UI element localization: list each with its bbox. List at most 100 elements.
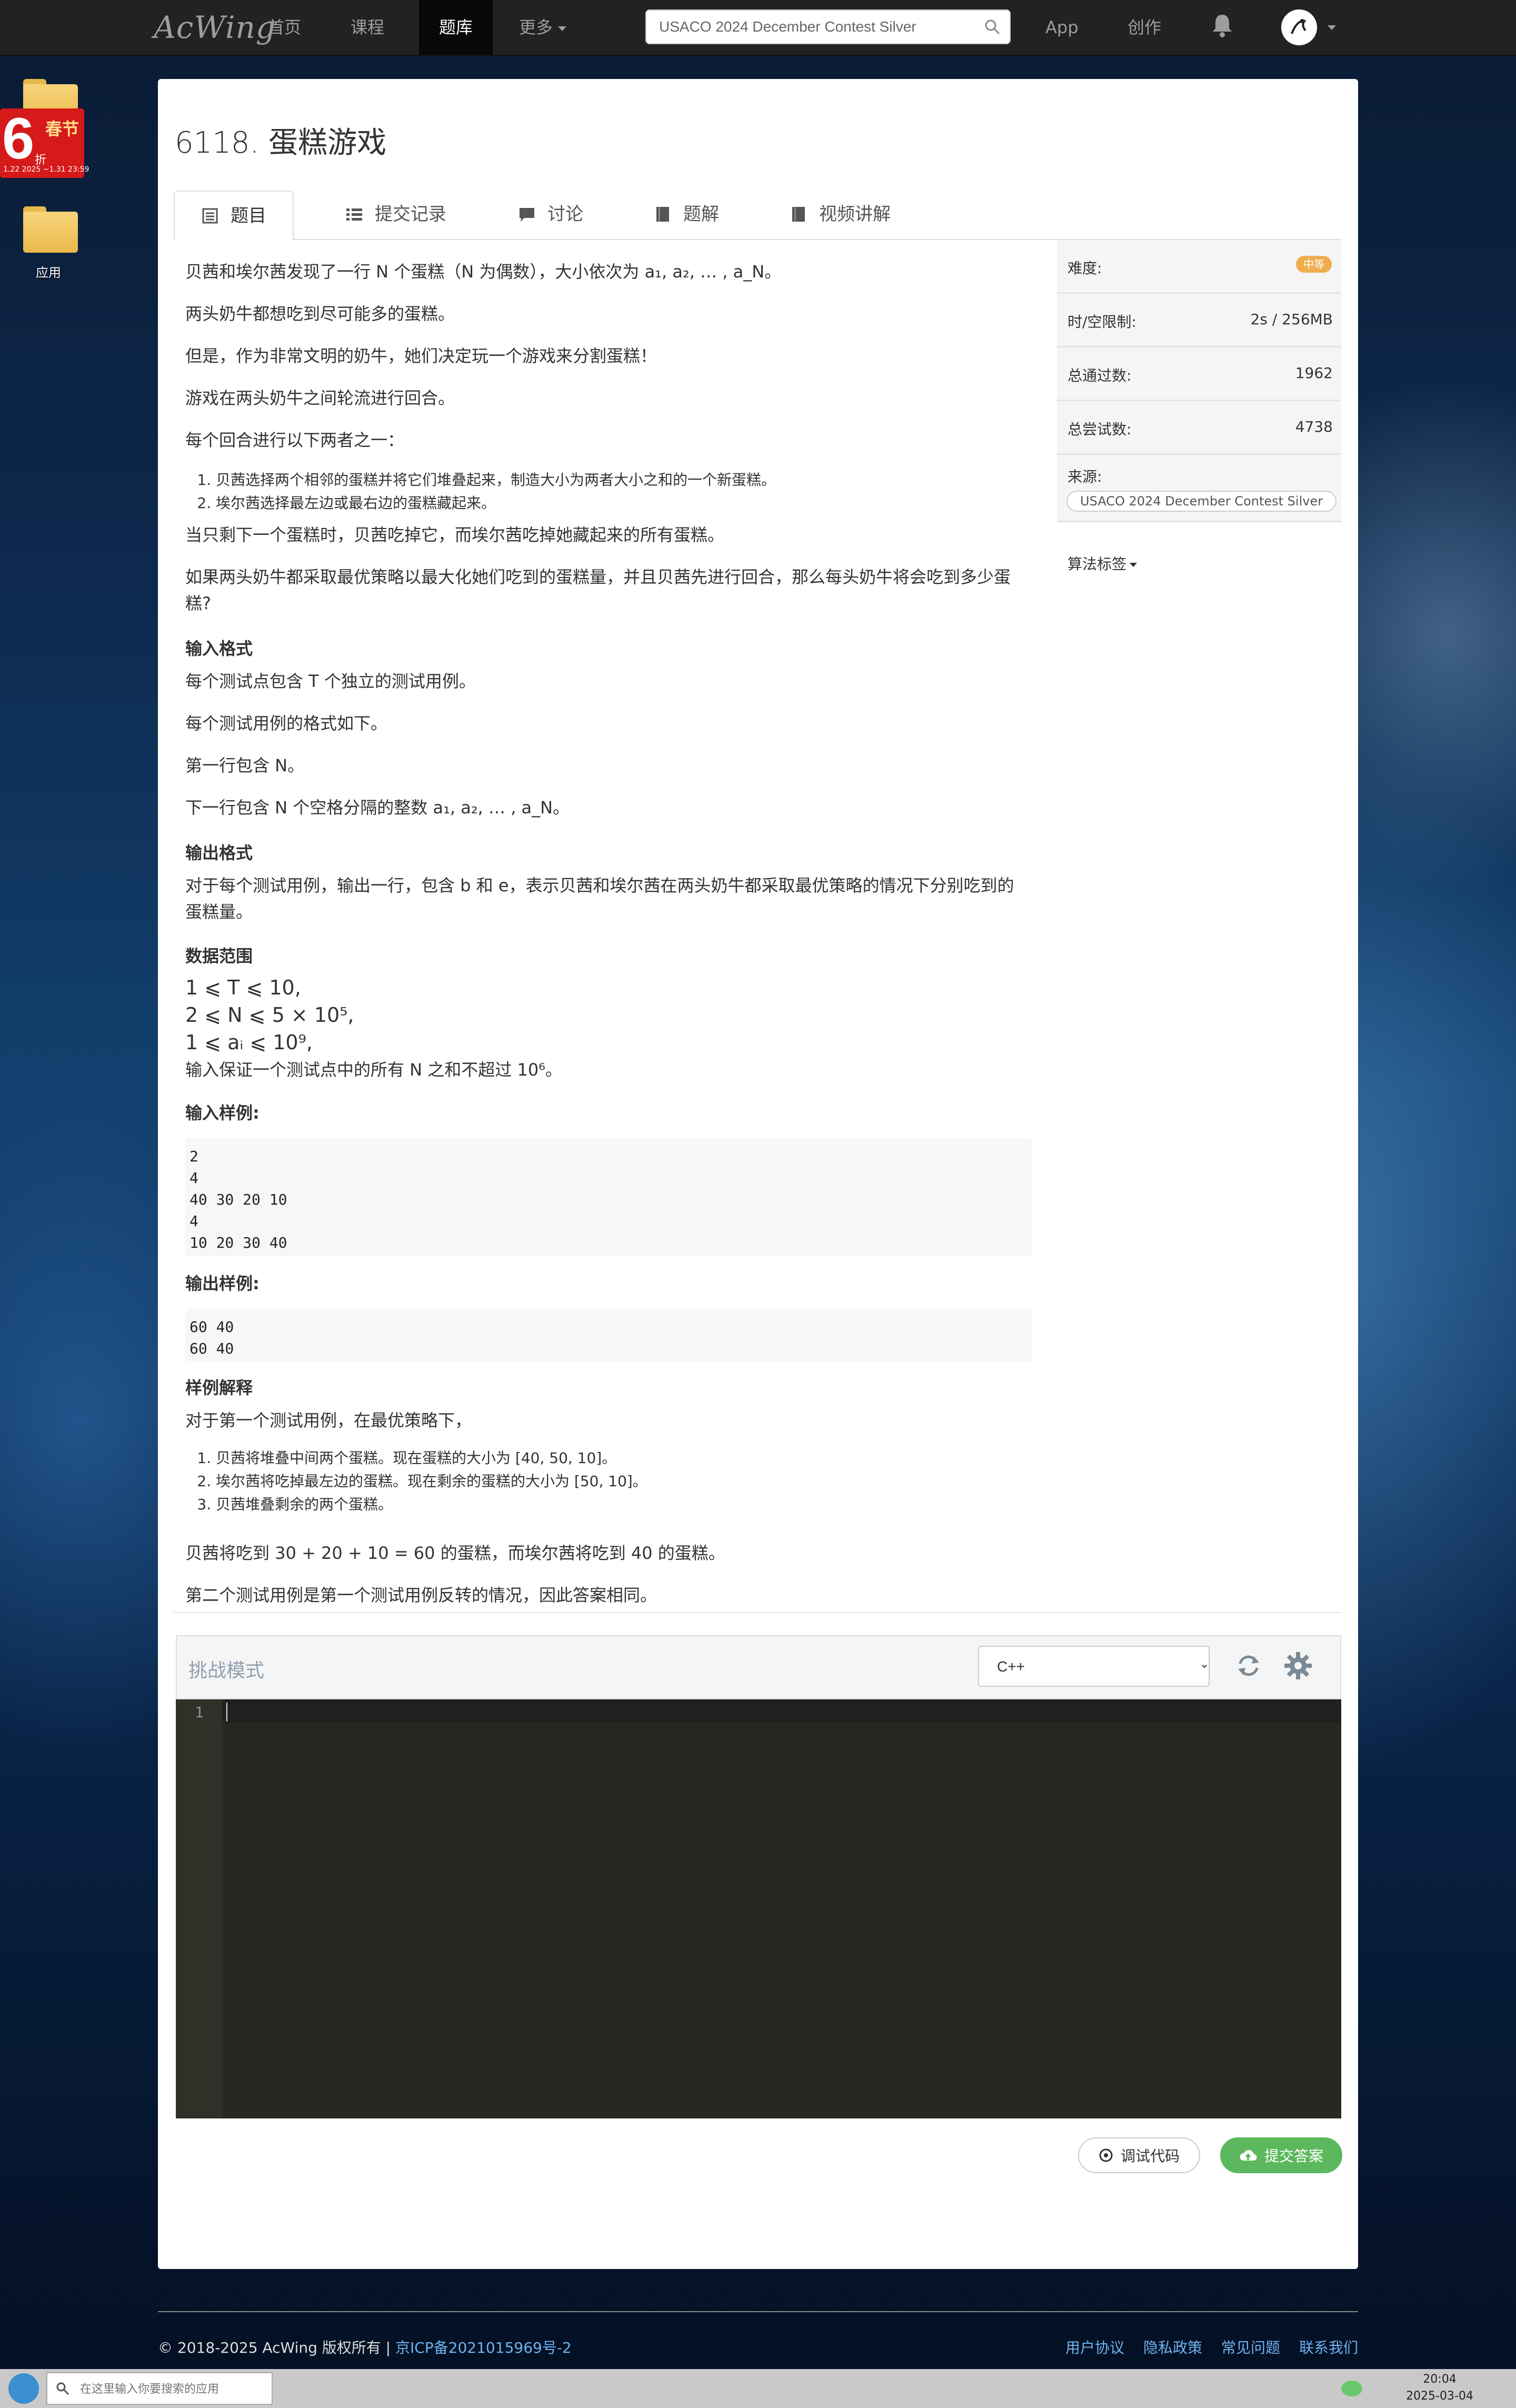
user-avatar[interactable]: [1281, 9, 1317, 45]
statement-text: 每个回合进行以下两者之一：: [185, 430, 405, 450]
statement-text: 下一行包含 N 个空格分隔的整数 a₁, a₂, … , a_N。: [185, 798, 570, 818]
search-input[interactable]: [658, 11, 976, 43]
nav-more-label: 更多: [519, 17, 553, 37]
problem-title: 6118. 蛋糕游戏: [175, 126, 387, 160]
cloud-upload-icon: [1240, 2150, 1257, 2161]
statement-text: 对于第一个测试用例，在最优策略下，: [185, 1410, 472, 1430]
bell-icon[interactable]: [1211, 13, 1234, 38]
search-icon: [56, 2382, 69, 2395]
debug-code-label: 调试代码: [1120, 2147, 1180, 2165]
nav-more[interactable]: 更多: [499, 0, 586, 55]
list-item: 埃尔茜选择最左边或最右边的蛋糕藏起来。: [216, 492, 776, 515]
statement-text: 游戏在两头奶牛之间轮流进行回合。: [185, 388, 455, 408]
editor-header: 挑战模式 C++: [176, 1635, 1341, 1699]
comment-icon: [520, 208, 534, 222]
code-editor[interactable]: 1: [176, 1699, 1341, 2118]
chevron-down-icon[interactable]: [1328, 25, 1336, 30]
source-row: 来源: USACO 2024 December Contest Silver: [1057, 455, 1341, 522]
tab-video-label: 视频讲解: [819, 204, 891, 225]
range-line: 2 ⩽ N ⩽ 5 × 10⁵,: [185, 1003, 354, 1027]
difficulty-label: 难度:: [1068, 260, 1102, 277]
footer-link-terms[interactable]: 用户协议: [1065, 2336, 1124, 2357]
nav-home[interactable]: 首页: [247, 0, 321, 55]
code-line: 10 20 30 40: [190, 1234, 287, 1251]
code-line: 40 30 20 10: [190, 1191, 287, 1208]
list-alt-icon: [202, 208, 218, 224]
statement-text: 糕?: [185, 593, 211, 613]
passed-label: 总通过数:: [1068, 367, 1132, 384]
chevron-down-icon: [1130, 563, 1138, 567]
statement-text: 第一行包含 N。: [185, 755, 305, 775]
sample-output-block: 60 40 60 40: [185, 1309, 1032, 1361]
nav-app[interactable]: App: [1025, 0, 1099, 55]
explain-steps-list: 贝茜将堆叠中间两个蛋糕。现在蛋糕的大小为 [40, 50, 10]。 埃尔茜将吃…: [185, 1447, 647, 1516]
submit-answer-label: 提交答案: [1264, 2147, 1323, 2165]
line-number: 1: [195, 1704, 204, 1721]
footer-links: 用户协议 隐私政策 常见问题 联系我们: [1065, 2336, 1358, 2357]
promo-badge[interactable]: 6 春节 折 1.22 2025 ~1.31 23:59: [0, 106, 89, 178]
range-line: 1 ⩽ T ⩽ 10,: [185, 976, 301, 999]
problem-tabs: 题目 提交记录 讨论 题解 视频讲解: [174, 191, 1341, 241]
section-heading: 样例解释: [185, 1378, 253, 1398]
book-icon: [792, 207, 805, 222]
promo-dates: 1.22 2025 ~1.31 23:59: [3, 165, 89, 174]
difficulty-row: 难度: 中等: [1057, 240, 1341, 294]
wechat-icon[interactable]: [1341, 2381, 1362, 2396]
divider: [174, 1612, 1341, 1613]
limit-row: 时/空限制: 2s / 256MB: [1057, 294, 1341, 347]
tab-video[interactable]: 视频讲解: [763, 191, 917, 238]
passed-row: 总通过数: 1962: [1057, 347, 1341, 401]
taskbar-search: [46, 2372, 273, 2405]
tab-submissions-label: 提交记录: [375, 204, 446, 225]
folder-body: [23, 212, 78, 253]
language-select[interactable]: C++: [978, 1646, 1210, 1687]
taskbar-clock[interactable]: 20:04 2025-03-04: [1395, 2371, 1484, 2405]
code-line: 60 40: [190, 1340, 234, 1357]
search-icon[interactable]: [984, 19, 1000, 35]
tried-value: 4738: [1295, 418, 1333, 435]
statement-text: 贝茜和埃尔茜发现了一行 N 个蛋糕（N 为偶数），大小依次为 a₁, a₂, ……: [185, 262, 782, 282]
statement-text: 对于每个测试用例，输出一行，包含 b 和 e，表示贝茜和埃尔茜在两头奶牛都采取最…: [185, 875, 1014, 895]
gear-icon[interactable]: [1283, 1651, 1313, 1680]
section-heading: 输入格式: [185, 639, 253, 659]
footer-link-contact[interactable]: 联系我们: [1299, 2336, 1358, 2357]
copyright-text: © 2018-2025 AcWing 版权所有 |: [158, 2339, 395, 2356]
nav-problem-bank[interactable]: 题库: [419, 0, 493, 55]
statement-text: 但是，作为非常文明的奶牛，她们决定玩一个游戏来分割蛋糕！: [185, 346, 657, 366]
code-line: 4: [190, 1169, 198, 1187]
footer-link-privacy[interactable]: 隐私政策: [1143, 2336, 1202, 2357]
text-cursor: [226, 1703, 227, 1722]
problem-panel: 6118. 蛋糕游戏 题目 提交记录 讨论 题解 视频讲解 贝茜和埃尔茜发现了一…: [158, 79, 1358, 2269]
source-tag[interactable]: USACO 2024 December Contest Silver: [1066, 491, 1337, 512]
promo-number: 6: [2, 106, 35, 171]
nav-courses[interactable]: 课程: [331, 0, 404, 55]
tab-solutions[interactable]: 题解: [627, 191, 745, 238]
tab-problem[interactable]: 题目: [174, 191, 294, 241]
code-line: 2: [190, 1148, 198, 1165]
taskbar-search-input[interactable]: [79, 2373, 271, 2405]
tab-submissions[interactable]: 提交记录: [319, 191, 473, 238]
desktop-app-folder-icon[interactable]: [23, 206, 78, 253]
list-item: 贝茜选择两个相邻的蛋糕并将它们堆叠起来，制造大小为两者大小之和的一个新蛋糕。: [216, 469, 776, 492]
nav-create[interactable]: 创作: [1108, 0, 1181, 55]
icp-link[interactable]: 京ICP备2021015969号-2: [395, 2339, 572, 2356]
start-button[interactable]: [8, 2373, 39, 2404]
chevron-down-icon: [558, 26, 567, 31]
rules-list: 贝茜选择两个相邻的蛋糕并将它们堆叠起来，制造大小为两者大小之和的一个新蛋糕。 埃…: [185, 469, 776, 515]
range-line: 1 ⩽ aᵢ ⩽ 10⁹,: [185, 1031, 313, 1054]
footer-link-faq[interactable]: 常见问题: [1221, 2336, 1280, 2357]
debug-code-button[interactable]: 调试代码: [1078, 2137, 1200, 2173]
source-label: 来源:: [1068, 468, 1102, 485]
avatar-image: [1281, 9, 1317, 45]
section-heading: 数据范围: [185, 946, 253, 966]
statement-text: 如果两头奶牛都采取最优策略以最大化她们吃到的蛋糕量，并且贝茜先进行回合，那么每头…: [185, 567, 1011, 587]
submit-answer-button[interactable]: 提交答案: [1220, 2137, 1342, 2173]
clock-time: 20:04: [1423, 2373, 1457, 2386]
refresh-icon[interactable]: [1235, 1652, 1262, 1679]
algo-tags-toggle[interactable]: 算法标签: [1068, 553, 1138, 574]
sample-input-block: 2 4 40 30 20 10 4 10 20 30 40: [185, 1138, 1032, 1256]
tab-discussion[interactable]: 讨论: [492, 191, 610, 238]
statement-text: 蛋糕量。: [185, 902, 253, 922]
tried-row: 总尝试数: 4738: [1057, 401, 1341, 455]
tried-label: 总尝试数:: [1068, 421, 1132, 438]
